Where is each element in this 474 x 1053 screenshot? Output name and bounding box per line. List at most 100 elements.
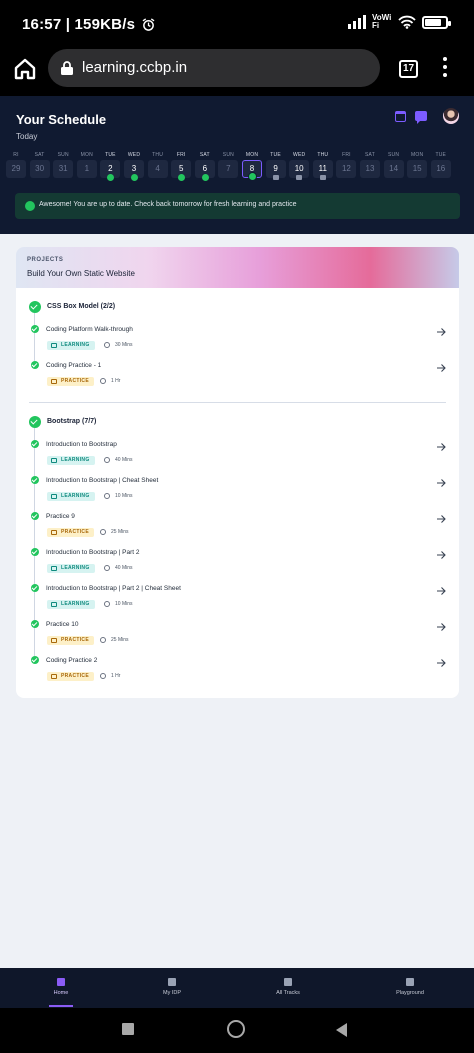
list-item[interactable]: Introduction to Bootstrap | Cheat Sheet L…	[29, 476, 449, 506]
arrow-right-icon[interactable]	[436, 547, 446, 559]
day-2[interactable]: TUE 2	[100, 152, 121, 181]
recents-icon[interactable]	[122, 1023, 134, 1035]
list-item[interactable]: Coding Platform Walk-through LEARNING 30 M…	[29, 325, 449, 355]
book-icon	[51, 343, 57, 348]
item-duration: 30 Mins	[115, 342, 133, 348]
nav-my-idp[interactable]: My IDP	[142, 978, 202, 996]
list-item[interactable]: Introduction to Bootstrap | Part 2 LEARNI…	[29, 548, 449, 578]
item-title: Coding Practice - 1	[46, 362, 102, 369]
check-circle-icon	[31, 440, 39, 448]
list-item[interactable]: Practice 9 PRACTICE 25 Mins	[29, 512, 449, 542]
list-item[interactable]: Practice 10 PRACTICE 25 Mins	[29, 620, 449, 650]
clock-icon	[100, 637, 106, 643]
day-11[interactable]: THU 11	[312, 152, 333, 180]
clock-icon	[104, 493, 110, 499]
item-type-label: LEARNING	[61, 342, 90, 348]
schedule-title: Your Schedule	[16, 112, 107, 127]
day-30[interactable]: SAT 30	[29, 152, 50, 178]
day-4[interactable]: THU 4	[147, 152, 168, 178]
nav-all-tracks[interactable]: All Tracks	[258, 978, 318, 996]
day-9[interactable]: TUE 9	[265, 152, 286, 180]
arrow-right-icon[interactable]	[436, 475, 446, 487]
day-5[interactable]: FRI 5	[171, 152, 192, 181]
day-3[interactable]: WED 3	[124, 152, 144, 181]
address-bar[interactable]: learning.ccbp.in	[48, 49, 380, 87]
day-name: FRI	[176, 152, 186, 158]
list-item[interactable]: Coding Practice 2 PRACTICE 1 Hr	[29, 656, 449, 686]
book-icon	[51, 566, 57, 571]
day-13[interactable]: SAT 13	[360, 152, 380, 178]
item-type-badge: LEARNING	[47, 600, 95, 609]
home-circle-icon[interactable]	[227, 1020, 245, 1038]
day-number-text: 15	[412, 164, 422, 173]
schedule-panel: Your Schedule Today RI 29 SAT 30 SUN 31 MON 1 TU…	[0, 96, 474, 234]
arrow-right-icon[interactable]	[436, 360, 446, 372]
day-12[interactable]: FRI 12	[336, 152, 357, 178]
calendar-icon[interactable]	[395, 110, 406, 122]
day-number-text: 6	[202, 164, 208, 173]
status-time: 16:57 | 159KB/s	[22, 16, 155, 33]
clock-icon	[104, 565, 110, 571]
completed-check-icon	[201, 174, 209, 181]
arrow-right-icon[interactable]	[436, 655, 446, 667]
day-number-text: 13	[365, 164, 375, 173]
check-circle-icon	[31, 548, 39, 556]
completed-check-icon	[178, 174, 186, 181]
list-item[interactable]: Introduction to Bootstrap | Part 2 | Che…	[29, 584, 449, 614]
section-header[interactable]: CSS Box Model (2/2)	[29, 301, 449, 317]
arrow-right-icon[interactable]	[436, 324, 446, 336]
day-number-text: 9	[273, 164, 278, 173]
item-type-badge: PRACTICE	[47, 672, 94, 681]
day-6[interactable]: SAT 6	[194, 152, 215, 181]
day-number-text: 14	[389, 164, 399, 173]
check-circle-icon	[31, 361, 39, 369]
item-type-label: PRACTICE	[61, 378, 89, 384]
nav-playground[interactable]: Playground	[380, 978, 440, 996]
day-number-text: 29	[11, 164, 21, 173]
terminal-icon	[406, 978, 414, 986]
list-item[interactable]: Introduction to Bootstrap LEARNING 40 Mins	[29, 440, 449, 470]
section-1: Bootstrap (7/7) Introduction to Bootstrap…	[29, 416, 449, 688]
section-header[interactable]: Bootstrap (7/7)	[29, 416, 449, 432]
nav-home[interactable]: Home	[31, 978, 91, 996]
day-number-text: 12	[341, 164, 351, 173]
lock-icon	[319, 175, 326, 180]
back-icon[interactable]	[336, 1023, 347, 1037]
list-item[interactable]: Coding Practice - 1 PRACTICE 1 Hr	[29, 361, 449, 391]
more-options-icon[interactable]	[441, 57, 449, 79]
clock-icon	[104, 457, 110, 463]
item-duration: 1 Hr	[111, 378, 121, 384]
arrow-right-icon[interactable]	[436, 511, 446, 523]
chat-icon[interactable]	[415, 111, 427, 124]
day-name: FRI	[342, 152, 351, 158]
arrow-right-icon[interactable]	[436, 583, 446, 595]
day-8[interactable]: MON 8	[242, 152, 262, 181]
tab-switcher-button[interactable]: 17	[399, 60, 418, 78]
check-circle-icon	[31, 476, 39, 484]
nav-label: Home	[53, 990, 69, 996]
day-number: 7	[218, 160, 239, 178]
day-number: 14	[383, 160, 404, 178]
network-speed: 159KB/s	[74, 16, 136, 33]
day-29[interactable]: RI 29	[6, 152, 26, 178]
project-card: CSS Box Model (2/2) Coding Platform Walk-…	[16, 288, 459, 698]
day-10[interactable]: WED 10	[289, 152, 310, 180]
item-title: Introduction to Bootstrap	[46, 441, 117, 448]
arrow-right-icon[interactable]	[436, 439, 446, 451]
home-icon[interactable]	[12, 56, 38, 82]
day-1[interactable]: MON 1	[76, 152, 97, 178]
day-7[interactable]: SUN 7	[218, 152, 239, 178]
project-title: Build Your Own Static Website	[27, 269, 135, 278]
day-number: 6	[194, 160, 215, 181]
day-15[interactable]: MON 15	[407, 152, 428, 178]
day-16[interactable]: TUE 16	[430, 152, 451, 178]
day-14[interactable]: SUN 14	[383, 152, 404, 178]
clock-icon	[100, 673, 106, 679]
item-duration: 25 Mins	[111, 529, 129, 535]
arrow-right-icon[interactable]	[436, 619, 446, 631]
day-name: SUN	[388, 152, 400, 158]
item-title: Practice 10	[46, 621, 79, 628]
clipboard-icon	[51, 530, 57, 535]
avatar[interactable]	[443, 108, 459, 124]
day-31[interactable]: SUN 31	[53, 152, 74, 178]
